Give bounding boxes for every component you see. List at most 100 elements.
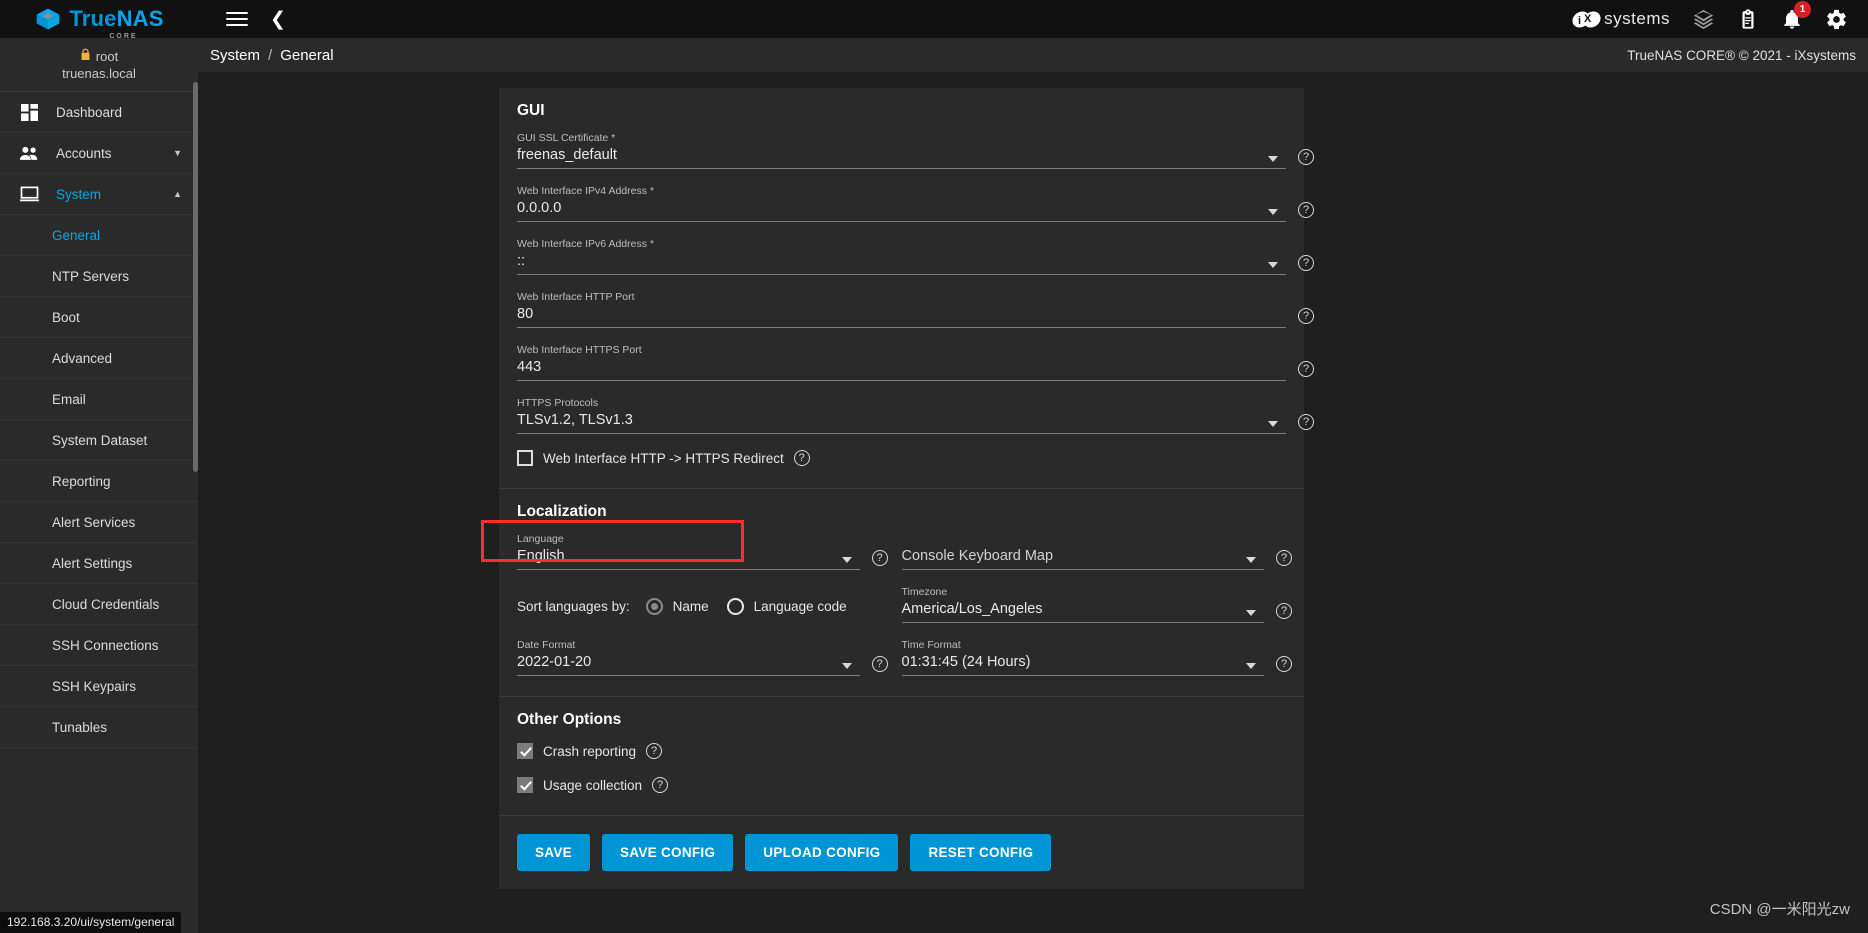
reset-config-button[interactable]: RESET CONFIG (910, 834, 1052, 871)
bell-icon[interactable]: 1 (1781, 0, 1811, 31)
console-keyboard-map-field[interactable]: Console Keyboard Map ? (901, 533, 1292, 570)
sidebar-item-label: Reporting (52, 473, 111, 489)
app-logo[interactable]: TrueNAS CORE (0, 0, 198, 41)
field-value[interactable]: 443 (517, 358, 1286, 381)
time-format-field[interactable]: Time Format 01:31:45 (24 Hours) ? (901, 639, 1292, 676)
help-icon[interactable]: ? (1276, 603, 1292, 619)
checkbox-label: Usage collection (543, 777, 643, 793)
web-interface-https-port-field[interactable]: Web Interface HTTPS Port 443 ? (517, 344, 1314, 381)
sidebar-item-alert-settings[interactable]: Alert Settings (0, 543, 198, 584)
watermark-text: CSDN @一米阳光zw (1709, 901, 1850, 918)
help-icon[interactable]: ? (646, 743, 663, 759)
sidebar-item-accounts[interactable]: Accounts ▼ (0, 133, 198, 174)
sidebar-item-ssh-keypairs[interactable]: SSH Keypairs (0, 666, 198, 707)
field-value[interactable]: 80 (517, 305, 1286, 328)
sidebar-item-tunables[interactable]: Tunables (0, 707, 198, 748)
chevron-down-icon[interactable] (1268, 262, 1278, 268)
sidebar-item-email[interactable]: Email (0, 379, 198, 420)
date-format-field[interactable]: Date Format 2022-01-20 ? (517, 639, 888, 676)
field-label: GUI SSL Certificate * (517, 132, 616, 144)
field-value[interactable]: 0.0.0.0 (517, 199, 1286, 222)
svg-text:i: i (1578, 15, 1581, 27)
user-info-block: root truenas.local (0, 38, 198, 92)
sidebar-item-label: System Dataset (52, 432, 148, 448)
hamburger-icon[interactable] (226, 8, 248, 30)
crash-reporting-checkbox[interactable] (517, 743, 533, 759)
https-protocols-field[interactable]: HTTPS Protocols TLSv1.2, TLSv1.3 ? (517, 397, 1314, 434)
sidebar-item-advanced[interactable]: Advanced (0, 338, 198, 379)
help-icon[interactable]: ? (652, 777, 669, 793)
sort-languages-radio-group: Sort languages by: Name Language code (517, 598, 860, 615)
field-value[interactable]: 2022-01-20 (517, 653, 860, 676)
field-value[interactable]: America/Los_Angeles (901, 600, 1264, 623)
help-icon[interactable]: ? (1276, 550, 1292, 566)
chevron-down-icon[interactable]: ▼ (173, 148, 182, 158)
main-content: GUI GUI SSL Certificate * freenas_defaul… (198, 72, 1868, 933)
radio-sort-by-name[interactable] (645, 598, 663, 615)
field-label: HTTPS Protocols (517, 397, 599, 409)
field-value[interactable]: freenas_default (517, 146, 1286, 169)
help-icon[interactable]: ? (871, 550, 888, 566)
web-interface-ipv6-field[interactable]: Web Interface IPv6 Address * :: ? (517, 238, 1314, 275)
sidebar-item-general[interactable]: General (0, 215, 198, 256)
sidebar-item-ssh-connections[interactable]: SSH Connections (0, 625, 198, 666)
field-placeholder[interactable]: Console Keyboard Map (901, 547, 1264, 570)
gui-ssl-certificate-field[interactable]: GUI SSL Certificate * freenas_default ? (517, 132, 1314, 169)
field-value[interactable]: :: (517, 252, 1286, 275)
help-icon[interactable]: ? (1298, 361, 1314, 377)
chevron-down-icon[interactable] (841, 557, 852, 563)
help-icon[interactable]: ? (1276, 656, 1292, 672)
chevron-down-icon[interactable] (1268, 421, 1278, 427)
help-icon[interactable]: ? (1298, 308, 1314, 324)
save-config-button[interactable]: SAVE CONFIG (601, 834, 734, 871)
help-icon[interactable]: ? (1298, 149, 1314, 165)
clipboard-icon[interactable] (1737, 8, 1759, 31)
breadcrumb-root[interactable]: System (210, 47, 260, 64)
http-https-redirect-checkbox[interactable] (517, 450, 533, 466)
help-icon[interactable]: ? (1298, 414, 1314, 430)
chevron-down-icon[interactable] (841, 663, 852, 669)
usage-collection-checkbox[interactable] (517, 777, 533, 793)
save-button[interactable]: SAVE (517, 834, 590, 871)
help-icon[interactable]: ? (1298, 202, 1314, 218)
timezone-field[interactable]: Timezone America/Los_Angeles ? (901, 586, 1292, 623)
chevron-down-icon[interactable] (1246, 663, 1256, 669)
chevron-up-icon[interactable]: ▲ (173, 189, 182, 199)
chevron-down-icon[interactable] (1268, 209, 1278, 215)
sidebar-item-reporting[interactable]: Reporting (0, 461, 198, 502)
breadcrumb-bar: System / General TrueNAS CORE® © 2021 - … (198, 38, 1868, 72)
chevron-down-icon[interactable] (1246, 610, 1256, 616)
sidebar-item-boot[interactable]: Boot (0, 297, 198, 338)
field-label: Timezone (901, 586, 948, 598)
chevron-down-icon[interactable] (1246, 557, 1256, 563)
help-icon[interactable]: ? (871, 656, 888, 672)
sidebar-item-ntp-servers[interactable]: NTP Servers (0, 256, 198, 297)
help-icon[interactable]: ? (793, 450, 810, 466)
web-interface-http-port-field[interactable]: Web Interface HTTP Port 80 ? (517, 291, 1314, 328)
sidebar-item-system-dataset[interactable]: System Dataset (0, 420, 198, 461)
action-buttons: SAVE SAVE CONFIG UPLOAD CONFIG RESET CON… (499, 816, 1304, 889)
general-settings-card: GUI GUI SSL Certificate * freenas_defaul… (481, 88, 1314, 889)
help-icon[interactable]: ? (1298, 255, 1314, 271)
upload-config-button[interactable]: UPLOAD CONFIG (745, 834, 899, 871)
checkbox-label: Crash reporting (543, 743, 637, 759)
layers-icon[interactable] (1692, 8, 1715, 31)
radio-sort-by-language-code[interactable] (726, 598, 744, 615)
app-title: TrueNAS CORE (69, 8, 163, 41)
chevron-down-icon[interactable] (1268, 156, 1278, 162)
sidebar-item-system[interactable]: System ▲ (0, 174, 198, 215)
field-value[interactable]: 01:31:45 (24 Hours) (901, 653, 1264, 676)
ixsystems-wordmark: systems (1604, 9, 1670, 28)
sidebar-item-alert-services[interactable]: Alert Services (0, 502, 198, 543)
chevron-left-icon[interactable]: ❮ (270, 10, 286, 29)
top-bar: TrueNAS CORE ❮ i X systems 1 (0, 0, 1868, 41)
language-field[interactable]: Language English ? (517, 533, 888, 570)
gear-icon[interactable] (1825, 8, 1848, 31)
sidebar-item-label: SSH Connections (52, 637, 159, 653)
web-interface-ipv4-field[interactable]: Web Interface IPv4 Address * 0.0.0.0 ? (517, 185, 1314, 222)
field-value[interactable]: English (517, 547, 860, 570)
field-value[interactable]: TLSv1.2, TLSv1.3 (517, 411, 1286, 434)
sidebar-item-label: SSH Keypairs (52, 678, 137, 694)
sidebar-item-dashboard[interactable]: Dashboard (0, 92, 198, 133)
sidebar-item-cloud-credentials[interactable]: Cloud Credentials (0, 584, 198, 625)
